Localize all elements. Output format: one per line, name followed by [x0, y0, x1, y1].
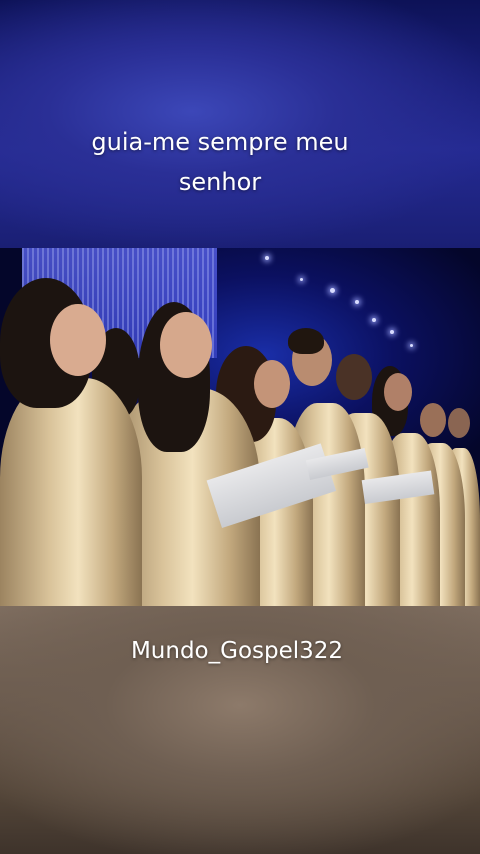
stage-light: [410, 344, 413, 347]
choir-head: [254, 360, 290, 408]
stage-light: [300, 278, 303, 281]
choir-head: [384, 373, 412, 411]
choir-robe: [0, 378, 142, 606]
stage-light: [265, 256, 269, 260]
stage-light: [390, 330, 394, 334]
lyrics-caption: guia-me sempre meu senhor: [0, 122, 440, 202]
choir-head: [448, 408, 470, 438]
video-frame[interactable]: [0, 248, 480, 606]
stage-light: [330, 288, 335, 293]
stage-light: [372, 318, 376, 322]
caption-line-1: guia-me sempre meu: [91, 128, 349, 156]
choir-head: [420, 403, 446, 437]
caption-line-2: senhor: [178, 168, 262, 196]
choir-head: [50, 304, 106, 376]
choir-hair: [288, 328, 324, 354]
choir-head: [336, 354, 372, 400]
video-player-screen[interactable]: guia-me sempre meu senhor Mundo_Gospel32…: [0, 0, 480, 854]
choir-head: [160, 312, 212, 378]
stage-light: [355, 300, 359, 304]
channel-watermark: Mundo_Gospel322: [130, 638, 344, 664]
